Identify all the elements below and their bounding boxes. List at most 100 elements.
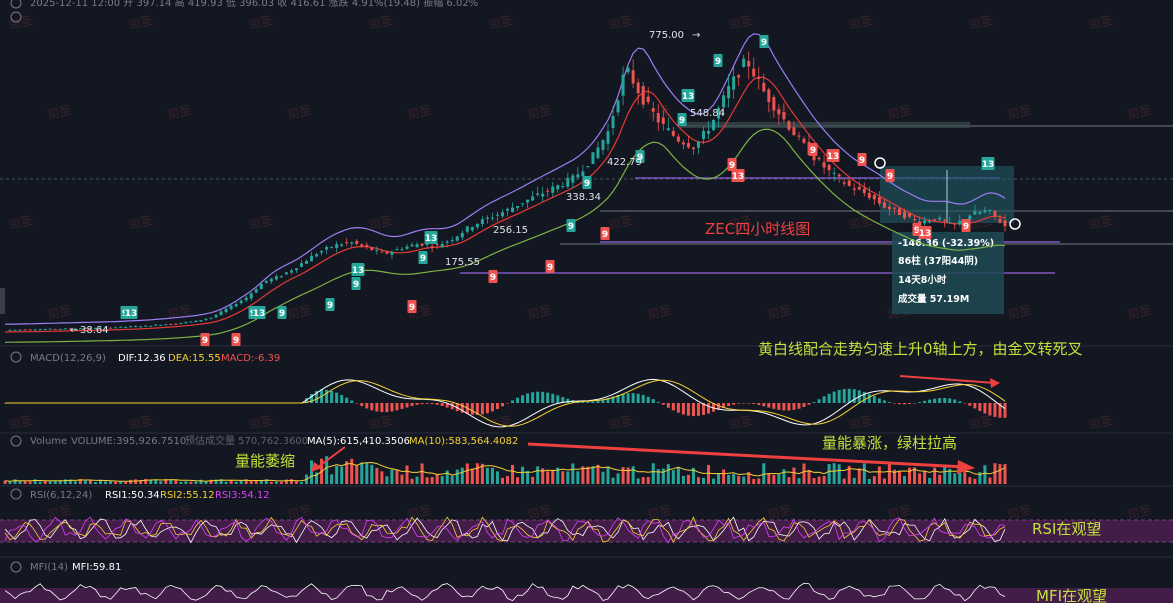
candle-body [691, 147, 695, 150]
candle-body [948, 222, 952, 224]
macd-histogram-bar [827, 393, 831, 403]
volume-bar [435, 473, 439, 484]
volume-bar [601, 471, 605, 484]
candle-body [822, 162, 826, 168]
candle-body [913, 219, 917, 221]
td-marker-label: 9 [679, 116, 685, 126]
volume-bar [802, 463, 806, 484]
volume-bar [410, 478, 414, 484]
td-marker-label: 13 [125, 309, 138, 319]
candle-body [269, 278, 273, 282]
rsi-3: RSI3:54.12 [215, 490, 270, 501]
macd-histogram-bar [842, 389, 846, 403]
candle-body [651, 108, 655, 112]
td-marker-label: 9 [233, 336, 239, 346]
candle-body [365, 244, 369, 247]
volume-bar [938, 474, 942, 484]
candle-body [264, 280, 268, 283]
macd-name: MACD(12,26,9) [30, 353, 106, 364]
measure-bars: 86柱 (37阳44阴) [898, 255, 978, 267]
candle-body [400, 249, 404, 251]
candle-body [792, 127, 796, 136]
candle-body [802, 138, 806, 143]
rsi-2: RSI2:55.12 [160, 490, 215, 501]
candle-body [722, 95, 726, 108]
td-marker-label: 13 [253, 309, 266, 319]
td-marker-label: 9 [327, 301, 333, 311]
price-label: 775.00 [649, 30, 684, 41]
macd-histogram-bar [500, 403, 504, 407]
volume-bar [294, 481, 298, 484]
volume-bar [234, 481, 238, 484]
volume-bar [722, 469, 726, 484]
macd-histogram-bar [983, 403, 987, 414]
volume-bar [516, 477, 520, 484]
candle-body [772, 96, 776, 111]
candle-body [139, 326, 143, 328]
macd-histogram-bar [993, 403, 997, 417]
candle-body [817, 157, 821, 160]
macd-histogram-bar [430, 403, 434, 405]
macd-histogram-bar [958, 401, 962, 403]
macd-histogram-bar [536, 391, 540, 403]
macd-histogram-bar [671, 403, 675, 411]
candle-body [114, 327, 118, 329]
candle-body [169, 323, 173, 325]
ohlc-header: 2025-12-11 12:00 开 397.14 高 419.93 低 396… [30, 0, 478, 9]
volume-bar [43, 480, 47, 484]
volume-bar [450, 475, 454, 484]
macd-histogram-bar [350, 400, 354, 403]
volume-bar [455, 469, 459, 484]
volume-bar [742, 476, 746, 484]
volume-bar [415, 476, 419, 484]
macd-histogram-bar [440, 403, 444, 407]
volume-bar [189, 481, 193, 484]
candle-body [561, 186, 565, 188]
volume-bar [194, 481, 198, 484]
mfi-value: MFI:59.81 [72, 562, 121, 573]
macd-histogram-bar [807, 403, 811, 405]
macd-histogram-bar [405, 403, 409, 408]
macd-histogram-bar [521, 395, 525, 403]
candle-body [194, 320, 198, 323]
candle-body [511, 207, 515, 213]
volume-bar [119, 481, 123, 484]
candle-body [943, 220, 947, 222]
candle-body [129, 326, 133, 328]
macd-histogram-bar [511, 400, 515, 403]
volume-bar [973, 478, 977, 484]
macd-histogram-bar [973, 403, 977, 409]
volume-bar [712, 478, 716, 484]
macd-histogram-bar [556, 395, 560, 403]
macd-histogram-bar [345, 397, 349, 403]
macd-histogram-bar [370, 403, 374, 411]
volume-bar [104, 481, 108, 484]
candle-body [134, 326, 138, 328]
macd-histogram-bar [621, 393, 625, 403]
macd-histogram-bar [902, 403, 906, 405]
candle-body [923, 220, 927, 224]
volume-bar [732, 473, 736, 484]
candle-body [465, 226, 469, 232]
candle-body [586, 166, 590, 168]
volume-bar [184, 481, 188, 484]
candle-body [611, 116, 615, 128]
volume-bar [561, 471, 565, 484]
candle-body [58, 328, 62, 330]
volume-bar [827, 464, 831, 484]
volume-bar [651, 463, 655, 484]
macd-histogram-bar [390, 403, 394, 412]
scroll-handle[interactable] [0, 288, 5, 314]
volume-bar [641, 477, 645, 484]
macd-histogram-bar [676, 403, 680, 413]
candle-body [149, 325, 153, 327]
volume-bar [983, 465, 987, 484]
candle-body [199, 320, 203, 322]
candle-body [48, 328, 52, 330]
volume-bar [696, 477, 700, 484]
candle-body [676, 136, 680, 142]
volume-bar [727, 474, 731, 484]
candle-body [686, 143, 690, 148]
macd-histogram-bar [490, 403, 494, 412]
volume-bar [224, 481, 228, 484]
